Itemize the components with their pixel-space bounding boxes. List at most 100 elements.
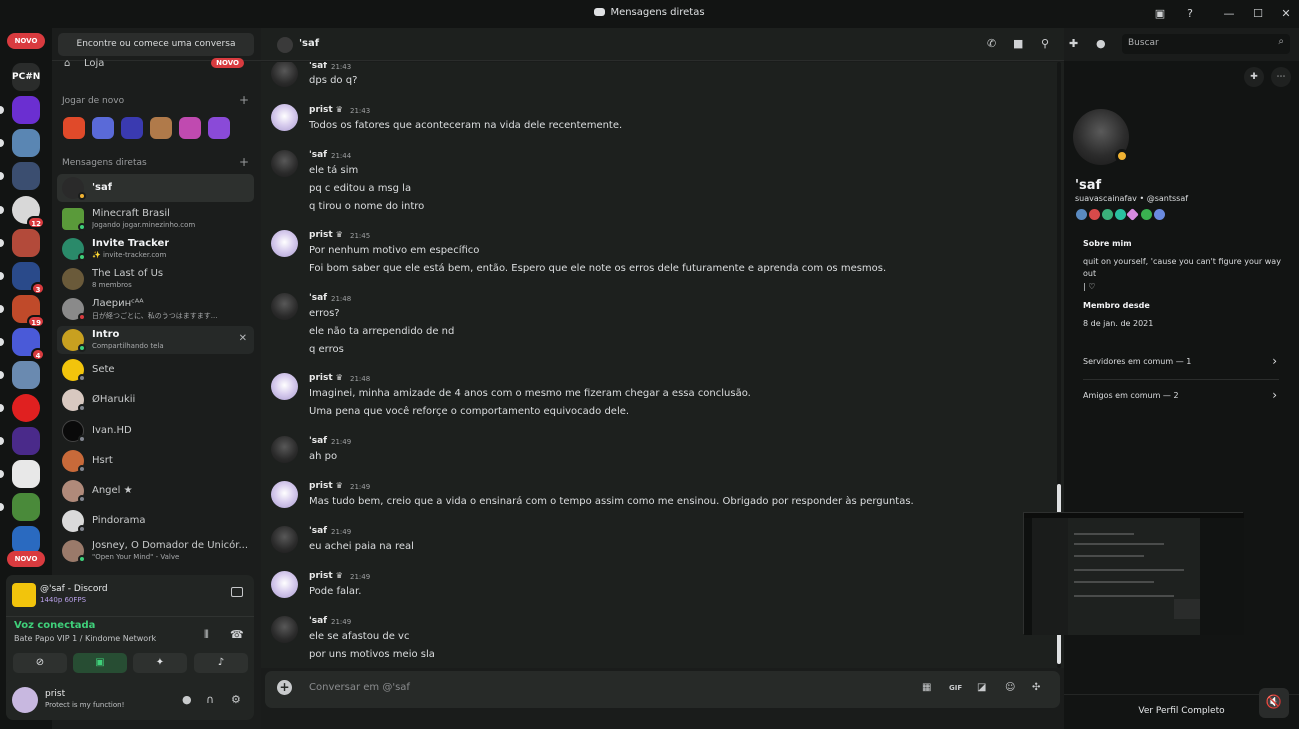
server-fb[interactable]: 3	[0, 262, 45, 295]
dm-item[interactable]: Angel ★	[57, 477, 254, 505]
create-dm-icon[interactable]: +	[239, 155, 249, 169]
message-avatar[interactable]	[271, 436, 298, 463]
stream-thumbnail[interactable]	[12, 583, 36, 607]
stop-stream-icon[interactable]	[231, 587, 243, 597]
server-speaker[interactable]: 12	[0, 196, 45, 229]
apps-icon[interactable]: ✣	[1032, 682, 1040, 693]
server-logo[interactable]	[12, 526, 40, 554]
dm-item[interactable]: Ivan.HD	[57, 417, 254, 445]
message-author[interactable]: 'saf	[309, 436, 327, 446]
new-badge-top[interactable]: NOVO	[7, 33, 45, 49]
game-icon[interactable]	[179, 117, 201, 139]
badge-icon[interactable]	[1115, 209, 1126, 220]
game-icon[interactable]	[150, 117, 172, 139]
close-dm-icon[interactable]: ✕	[239, 333, 247, 344]
minimize-button[interactable]: —	[1219, 4, 1239, 24]
server-red-circle[interactable]	[0, 394, 40, 422]
dm-item[interactable]: Josney, O Domador de Unicór... "Open You…	[57, 537, 254, 565]
badge-icon[interactable]	[1154, 209, 1165, 220]
dm-item[interactable]: Лаеринᶜᴬᴬ 日が経つごとに、私のうつはますます...	[57, 295, 254, 323]
nitro-gem-icon[interactable]	[1126, 208, 1139, 221]
server-minecraft[interactable]	[0, 493, 40, 521]
pinned-messages-icon[interactable]: ⚲	[1041, 37, 1049, 50]
microphone-icon[interactable]: ●	[182, 693, 192, 706]
server-pcn[interactable]: PC#N	[12, 63, 40, 91]
help-icon[interactable]: ?	[1180, 4, 1200, 24]
video-call-icon[interactable]: ■	[1013, 37, 1023, 50]
maximize-button[interactable]: ☐	[1248, 4, 1268, 24]
message-avatar[interactable]	[271, 104, 298, 131]
channel-name[interactable]: 'saf	[299, 38, 319, 49]
server-white[interactable]	[0, 460, 40, 488]
user-name[interactable]: prist	[45, 689, 65, 699]
stream-volume-mute-button[interactable]: 🔇	[1259, 688, 1289, 718]
game-icon[interactable]	[208, 117, 230, 139]
message-author[interactable]: prist ♛	[309, 230, 343, 240]
message-author[interactable]: 'saf	[309, 616, 327, 626]
badge-icon[interactable]	[1089, 209, 1100, 220]
server-red[interactable]	[0, 229, 40, 257]
more-options-icon[interactable]: ⋯	[1271, 67, 1291, 87]
add-friends-icon[interactable]: ✚	[1069, 37, 1078, 50]
dm-item[interactable]: 'saf	[57, 174, 254, 202]
game-icon[interactable]	[121, 117, 143, 139]
user-avatar[interactable]	[12, 687, 38, 713]
soundboard-button[interactable]: ♪	[194, 653, 248, 673]
message-input[interactable]: Conversar em @'saf	[309, 682, 410, 693]
message-avatar[interactable]	[271, 230, 298, 257]
dm-item[interactable]: Sete	[57, 356, 254, 384]
message-author[interactable]: 'saf	[309, 62, 327, 71]
message-avatar[interactable]	[271, 373, 298, 400]
inbox-icon[interactable]: ▣	[1150, 4, 1170, 24]
shop-item[interactable]: ⌂ Loja NOVO	[60, 56, 254, 74]
activities-button[interactable]: ✦	[133, 653, 187, 673]
voice-channel-label[interactable]: Bate Papo VIP 1 / Kindome Network	[14, 634, 156, 643]
dm-item[interactable]: Pindorama	[57, 507, 254, 535]
voice-connected-label[interactable]: Voz conectada	[14, 620, 95, 631]
server-purple[interactable]	[0, 96, 40, 124]
voice-call-icon[interactable]: ✆	[987, 37, 996, 50]
dm-item[interactable]: Minecraft Brasil Jogando jogar.minezinho…	[57, 205, 254, 233]
gift-icon[interactable]: ▦	[922, 682, 931, 693]
gif-icon[interactable]: GIF	[949, 684, 962, 692]
dm-item[interactable]: Invite Tracker ✨ invite-tracker.com	[57, 235, 254, 263]
message-author[interactable]: prist ♛	[309, 105, 343, 115]
dm-item[interactable]: ØHarukii	[57, 386, 254, 414]
message-avatar[interactable]	[271, 616, 298, 643]
message-avatar[interactable]	[271, 150, 298, 177]
message-author[interactable]: prist ♛	[309, 481, 343, 491]
message-author[interactable]: prist ♛	[309, 571, 343, 581]
new-badge-bottom[interactable]: NOVO	[7, 551, 45, 567]
close-button[interactable]: ✕	[1276, 4, 1296, 24]
server-violet[interactable]	[0, 427, 40, 455]
dm-item[interactable]: Intro Compartilhando tela ✕	[57, 326, 254, 354]
message-avatar[interactable]	[271, 481, 298, 508]
badge-icon[interactable]	[1141, 209, 1152, 220]
find-conversation-button[interactable]: Encontre ou comece uma conversa	[58, 33, 254, 56]
game-icon[interactable]	[63, 117, 85, 139]
disconnect-icon[interactable]: ☎	[230, 628, 244, 641]
user-profile-icon[interactable]: ●	[1096, 37, 1106, 50]
add-friend-icon[interactable]: ✚	[1244, 67, 1264, 87]
server-j[interactable]	[0, 361, 40, 389]
screen-share-button[interactable]: ▣	[73, 653, 127, 673]
mutual-friends-row[interactable]: Amigos em comum — 2 ›	[1083, 388, 1279, 402]
message-author[interactable]: 'saf	[309, 293, 327, 303]
voice-waveform-icon[interactable]: ⦀	[204, 628, 209, 642]
badge-icon[interactable]	[1102, 209, 1113, 220]
message-author[interactable]: 'saf	[309, 150, 327, 160]
attach-plus-icon[interactable]: +	[277, 680, 292, 695]
camera-off-button[interactable]: ⊘	[13, 653, 67, 673]
message-avatar[interactable]	[271, 526, 298, 553]
game-icon[interactable]	[92, 117, 114, 139]
badge-icon[interactable]	[1076, 209, 1087, 220]
server-orange[interactable]: 19	[0, 295, 45, 328]
server-indigo[interactable]: 4	[0, 328, 45, 361]
headphones-icon[interactable]: ∩	[206, 693, 214, 706]
settings-gear-icon[interactable]: ⚙	[231, 693, 241, 706]
play-again-add-icon[interactable]: +	[239, 93, 249, 107]
sticker-icon[interactable]: ◪	[977, 682, 986, 693]
message-avatar[interactable]	[271, 62, 298, 87]
server-dark-blue[interactable]	[0, 162, 40, 190]
server-blue[interactable]	[0, 129, 40, 157]
